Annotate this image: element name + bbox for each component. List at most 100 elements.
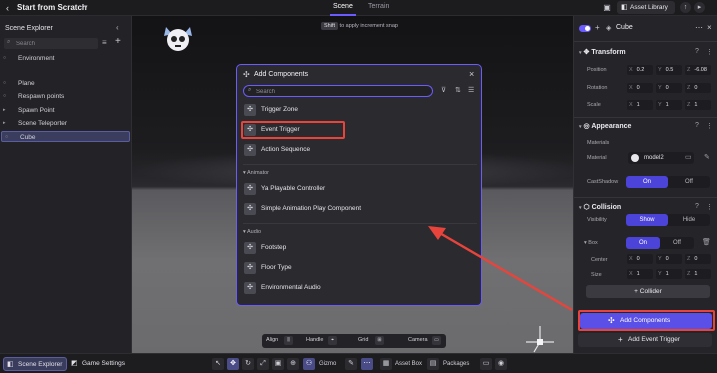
collapse-icon[interactable]: ‹ bbox=[116, 23, 119, 32]
scene-explorer-button[interactable]: ◧ Scene Explorer bbox=[3, 357, 68, 371]
box-label[interactable]: ▾ Box bbox=[584, 240, 598, 246]
more-icon[interactable]: ⋮ bbox=[706, 203, 713, 211]
folder-icon[interactable]: ▭ bbox=[480, 358, 492, 370]
component-search-input[interactable] bbox=[256, 87, 426, 96]
filter-icon[interactable]: ⊽ bbox=[441, 86, 446, 94]
asset-box-icon[interactable]: ▦ bbox=[380, 358, 392, 370]
tab-scene[interactable]: Scene bbox=[333, 3, 353, 10]
packages-icon[interactable]: ▤ bbox=[427, 358, 439, 370]
component-item-footstep[interactable]: ✣ Footstep bbox=[241, 239, 477, 257]
save-icon[interactable]: ▣ bbox=[601, 2, 613, 14]
size-z[interactable]: Z1 bbox=[685, 269, 711, 279]
tree-item-environment[interactable]: ○ Environment bbox=[0, 53, 131, 64]
sort-icon[interactable]: ⇅ bbox=[455, 86, 461, 94]
search-input[interactable] bbox=[16, 39, 96, 48]
brush-icon[interactable]: ✎ bbox=[345, 358, 357, 370]
component-item-action-sequence[interactable]: ✣ Action Sequence bbox=[241, 141, 477, 159]
center-y[interactable]: Y0 bbox=[656, 254, 682, 264]
component-item-floor-type[interactable]: ✣ Floor Type bbox=[241, 259, 477, 277]
rotation-x[interactable]: X0 bbox=[627, 83, 653, 93]
castshadow-off[interactable]: Off bbox=[668, 176, 710, 188]
rotation-z[interactable]: Z0 bbox=[685, 83, 711, 93]
group-label-audio[interactable]: ▾ Audio bbox=[243, 229, 261, 235]
scale-x[interactable]: X1 bbox=[627, 100, 653, 110]
tree-item-respawn-points[interactable]: ○ Respawn points bbox=[0, 91, 131, 102]
camera-icon[interactable]: ◉ bbox=[495, 358, 507, 370]
size-x[interactable]: X1 bbox=[627, 269, 653, 279]
help-icon[interactable]: ? bbox=[695, 203, 699, 210]
component-item-trigger-zone[interactable]: ✣ Trigger Zone bbox=[241, 101, 477, 119]
scale-tool-icon[interactable]: ⤢ bbox=[257, 358, 269, 370]
filter-icon[interactable]: ≡ bbox=[102, 38, 107, 47]
camera-icon[interactable]: ▭ bbox=[432, 336, 441, 345]
more-icon[interactable]: ⋮ bbox=[706, 122, 713, 130]
center-z[interactable]: Z0 bbox=[685, 254, 711, 264]
scene-search[interactable]: ⌕ bbox=[4, 38, 98, 49]
object-enabled-toggle[interactable] bbox=[579, 25, 591, 32]
scale-z[interactable]: Z1 bbox=[685, 100, 711, 110]
add-event-trigger-button[interactable]: + Add Event Trigger bbox=[578, 333, 712, 347]
center-x[interactable]: X0 bbox=[627, 254, 653, 264]
visibility-hide[interactable]: Hide bbox=[668, 214, 710, 226]
section-collision[interactable]: ▾ ⬡ Collision bbox=[579, 203, 621, 211]
chevron-down-icon[interactable]: ▾ bbox=[84, 3, 88, 11]
tree-item-plane[interactable]: ○ Plane bbox=[0, 78, 131, 89]
size-y[interactable]: Y1 bbox=[656, 269, 682, 279]
add-collider-button[interactable]: + Collider bbox=[586, 285, 710, 298]
position-x[interactable]: X 0.2 bbox=[627, 65, 653, 75]
castshadow-on[interactable]: On bbox=[626, 176, 668, 188]
orientation-gizmo-icon[interactable] bbox=[520, 322, 560, 356]
select-tool-icon[interactable]: ↖ bbox=[212, 358, 224, 370]
publish-icon[interactable]: ↑ bbox=[680, 2, 691, 13]
more-tools-icon[interactable]: ⋯ bbox=[361, 358, 373, 370]
asset-library-button[interactable]: ◧ Asset Library bbox=[617, 1, 675, 14]
rotation-y[interactable]: Y0 bbox=[656, 83, 682, 93]
component-item-simple-animation-play[interactable]: ✣ Simple Animation Play Component bbox=[241, 200, 477, 218]
asset-box-label[interactable]: Asset Box bbox=[395, 361, 422, 367]
box-on[interactable]: On bbox=[626, 237, 660, 249]
position-y[interactable]: Y 0.5 bbox=[656, 65, 682, 75]
scale-y[interactable]: Y1 bbox=[656, 100, 682, 110]
packages-label[interactable]: Packages bbox=[443, 361, 469, 367]
more-icon[interactable]: ⋮ bbox=[706, 48, 713, 56]
component-search[interactable]: ⌕ bbox=[243, 85, 433, 97]
component-item-event-trigger[interactable]: ✣ Event Trigger bbox=[241, 121, 345, 139]
component-item-environmental-audio[interactable]: ✣ Environmental Audio bbox=[241, 279, 477, 297]
trash-icon[interactable]: 🗑 bbox=[702, 238, 711, 246]
grid-icon[interactable]: ⊞ bbox=[375, 336, 384, 345]
list-view-icon[interactable]: ☰ bbox=[468, 86, 474, 94]
project-title[interactable]: Start from Scratch bbox=[17, 3, 87, 12]
help-icon[interactable]: ? bbox=[695, 48, 699, 55]
add-icon[interactable]: + bbox=[115, 36, 121, 47]
castshadow-toggle[interactable]: On Off bbox=[626, 176, 710, 188]
expand-icon[interactable]: ▸ bbox=[3, 105, 6, 116]
tab-terrain[interactable]: Terrain bbox=[368, 3, 389, 10]
rect-tool-icon[interactable]: ▣ bbox=[272, 358, 284, 370]
game-settings-button[interactable]: ◩ Game Settings bbox=[68, 357, 129, 371]
section-transform[interactable]: ▾ ✥ Transform bbox=[579, 48, 626, 56]
edit-icon[interactable]: ✎ bbox=[704, 153, 710, 161]
folder-icon[interactable]: ▭ bbox=[685, 153, 692, 161]
more-icon[interactable]: ⋯ bbox=[695, 23, 703, 32]
box-toggle[interactable]: On Off bbox=[626, 237, 694, 249]
move-tool-icon[interactable]: ✥ bbox=[227, 358, 239, 370]
handle-icon[interactable]: ⌖ bbox=[328, 336, 337, 345]
help-icon[interactable]: ? bbox=[695, 122, 699, 129]
gizmo-icon[interactable]: ⚇ bbox=[303, 358, 315, 370]
visibility-toggle[interactable]: Show Hide bbox=[626, 214, 710, 226]
section-appearance[interactable]: ▾ ◎ Appearance bbox=[579, 122, 631, 130]
rotate-tool-icon[interactable]: ↻ bbox=[242, 358, 254, 370]
close-icon[interactable]: × bbox=[707, 23, 712, 32]
add-icon[interactable]: + bbox=[595, 23, 600, 32]
tree-item-spawn-point[interactable]: ▸ Spawn Point bbox=[0, 105, 131, 116]
tree-item-cube[interactable]: ○ Cube bbox=[1, 131, 130, 142]
play-icon[interactable]: ▸ bbox=[694, 2, 705, 13]
back-icon[interactable]: ‹ bbox=[6, 3, 9, 13]
group-label-animator[interactable]: ▾ Animator bbox=[243, 170, 269, 176]
expand-icon[interactable]: ▸ bbox=[3, 118, 6, 129]
close-icon[interactable]: × bbox=[469, 69, 474, 79]
snap-tool-icon[interactable]: ⊕ bbox=[287, 358, 299, 370]
tree-item-scene-teleporter[interactable]: ▸ Scene Teleporter bbox=[0, 118, 131, 129]
visibility-show[interactable]: Show bbox=[626, 214, 668, 226]
box-off[interactable]: Off bbox=[660, 237, 694, 249]
